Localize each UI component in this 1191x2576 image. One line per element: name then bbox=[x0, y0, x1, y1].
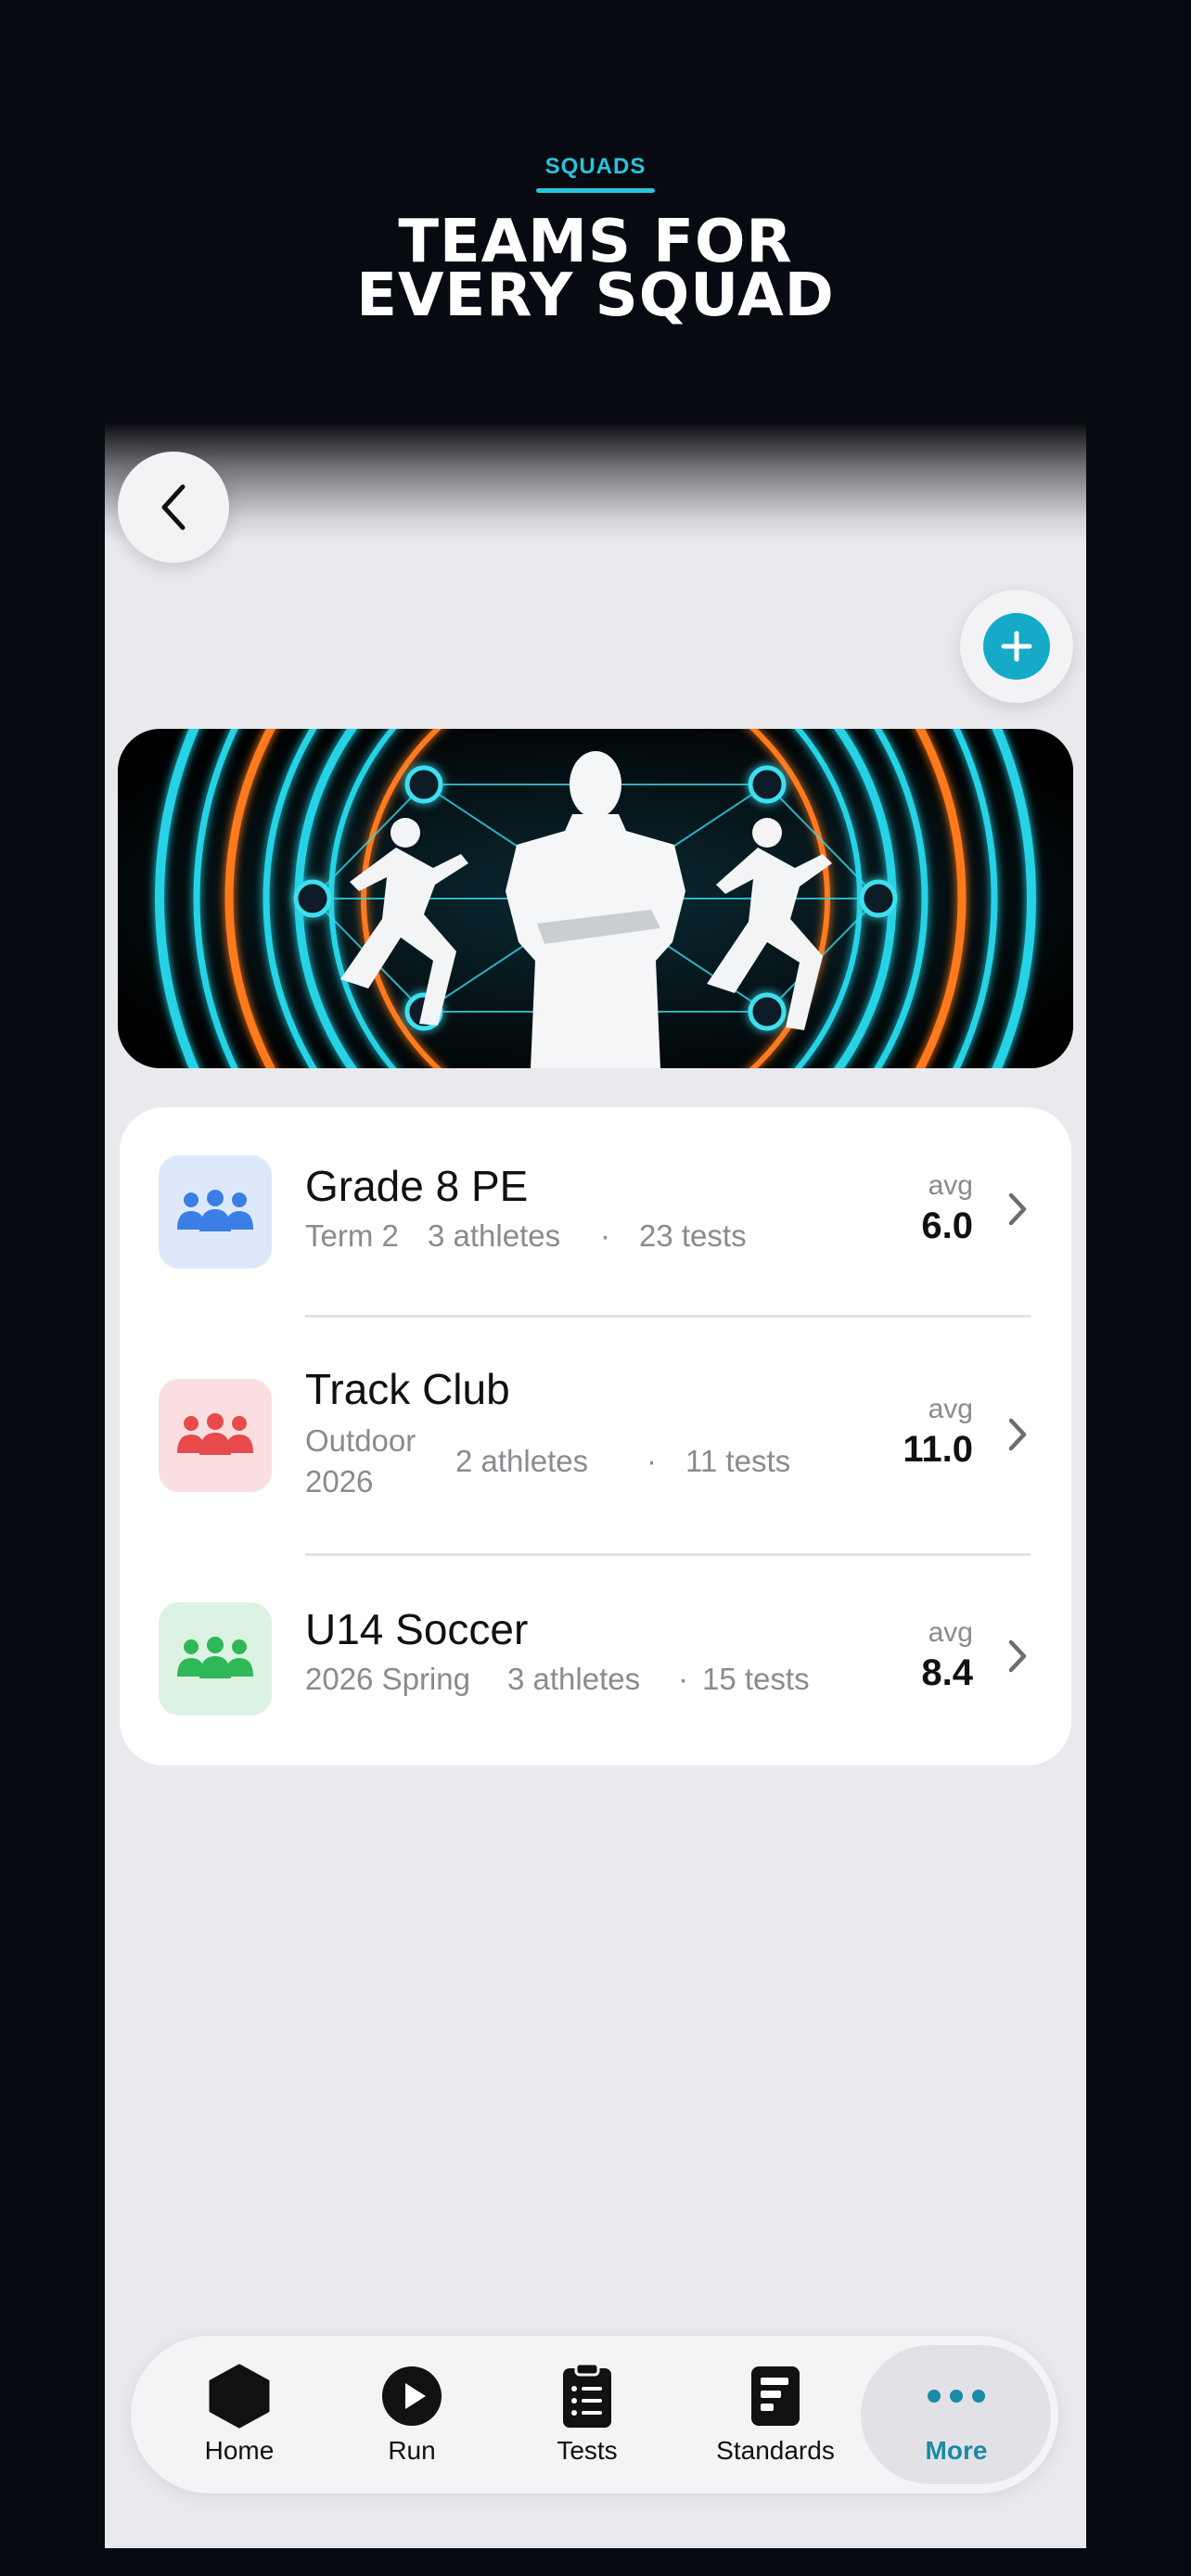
team-icon-tile bbox=[159, 1155, 272, 1269]
play-circle-icon bbox=[382, 2366, 442, 2426]
team-tests: 23 tests bbox=[639, 1218, 747, 1253]
team-row-u14-soccer[interactable]: U14 Soccer 2026 Spring 3 athletes · 15 t… bbox=[120, 1556, 1071, 1766]
meta-separator: · bbox=[678, 1662, 688, 1696]
tab-label: Run bbox=[388, 2436, 436, 2465]
tab-label: Home bbox=[204, 2436, 275, 2465]
avg-value: 8.4 bbox=[921, 1652, 973, 1693]
tab-label: Standards bbox=[716, 2436, 835, 2465]
team-name: Track Club bbox=[305, 1365, 510, 1413]
ellipsis-icon bbox=[928, 2390, 985, 2403]
tab-tests[interactable]: Tests bbox=[499, 2336, 675, 2493]
meta-separator: · bbox=[600, 1218, 610, 1253]
promo-title: TEAMS FOR EVERY SQUAD bbox=[0, 212, 1191, 330]
status-bar-shade bbox=[105, 423, 1086, 543]
promo-underline bbox=[536, 188, 655, 193]
document-bars-icon bbox=[751, 2366, 800, 2426]
meta-separator: · bbox=[647, 1444, 657, 1478]
team-season: 2026 Spring bbox=[305, 1662, 470, 1696]
tab-bar: Home Run Tests Standards More bbox=[131, 2336, 1058, 2493]
team-name: Grade 8 PE bbox=[305, 1162, 529, 1210]
team-name: U14 Soccer bbox=[305, 1605, 529, 1653]
team-row-track-club[interactable]: Track Club Outdoor 2026 2 athletes · 11 … bbox=[120, 1318, 1071, 1553]
team-icon-tile bbox=[159, 1379, 272, 1492]
tab-home[interactable]: Home bbox=[151, 2336, 327, 2493]
team-season-line-1: Outdoor bbox=[305, 1423, 416, 1458]
plus-icon bbox=[983, 613, 1050, 680]
avg-label: avg bbox=[928, 1617, 973, 1648]
clipboard-list-icon bbox=[563, 2363, 611, 2428]
hexagon-icon bbox=[209, 2364, 270, 2429]
tab-standards[interactable]: Standards bbox=[683, 2336, 868, 2493]
promo-label: SQUADS bbox=[544, 154, 647, 179]
chevron-right-icon bbox=[1008, 1418, 1027, 1451]
team-athletes: 3 athletes bbox=[428, 1218, 561, 1253]
avg-value: 6.0 bbox=[921, 1205, 973, 1246]
team-tests: 15 tests bbox=[702, 1662, 810, 1696]
promo-title-line-2: EVERY SQUAD bbox=[356, 261, 835, 330]
team-tests: 11 tests bbox=[685, 1444, 791, 1478]
team-icon-tile bbox=[159, 1602, 272, 1715]
people-group-icon bbox=[177, 1637, 253, 1678]
team-season: Term 2 bbox=[305, 1218, 399, 1253]
team-athletes: 3 athletes bbox=[507, 1662, 641, 1696]
squads-banner-image bbox=[118, 729, 1073, 1068]
team-athletes: 2 athletes bbox=[455, 1444, 589, 1478]
avg-value: 11.0 bbox=[903, 1429, 973, 1470]
tab-label: More bbox=[925, 2436, 988, 2465]
chevron-right-icon bbox=[1008, 1192, 1027, 1226]
teams-list: Grade 8 PE Term 2 3 athletes · 23 tests … bbox=[120, 1107, 1071, 1766]
team-row-grade-8-pe[interactable]: Grade 8 PE Term 2 3 athletes · 23 tests … bbox=[120, 1107, 1071, 1315]
back-button[interactable] bbox=[118, 452, 229, 563]
add-team-button[interactable] bbox=[960, 590, 1073, 703]
chevron-right-icon bbox=[1008, 1639, 1027, 1673]
tab-more[interactable]: More bbox=[868, 2336, 1044, 2493]
avg-label: avg bbox=[928, 1170, 973, 1201]
team-season-line-2: 2026 bbox=[305, 1464, 374, 1498]
tab-run[interactable]: Run bbox=[324, 2336, 500, 2493]
tab-label: Tests bbox=[557, 2436, 618, 2465]
avg-label: avg bbox=[928, 1394, 973, 1424]
people-group-icon bbox=[177, 1413, 253, 1455]
people-group-icon bbox=[177, 1190, 253, 1231]
chevron-left-icon bbox=[161, 484, 186, 530]
app-screen: Grade 8 PE Term 2 3 athletes · 23 tests … bbox=[105, 423, 1086, 2548]
